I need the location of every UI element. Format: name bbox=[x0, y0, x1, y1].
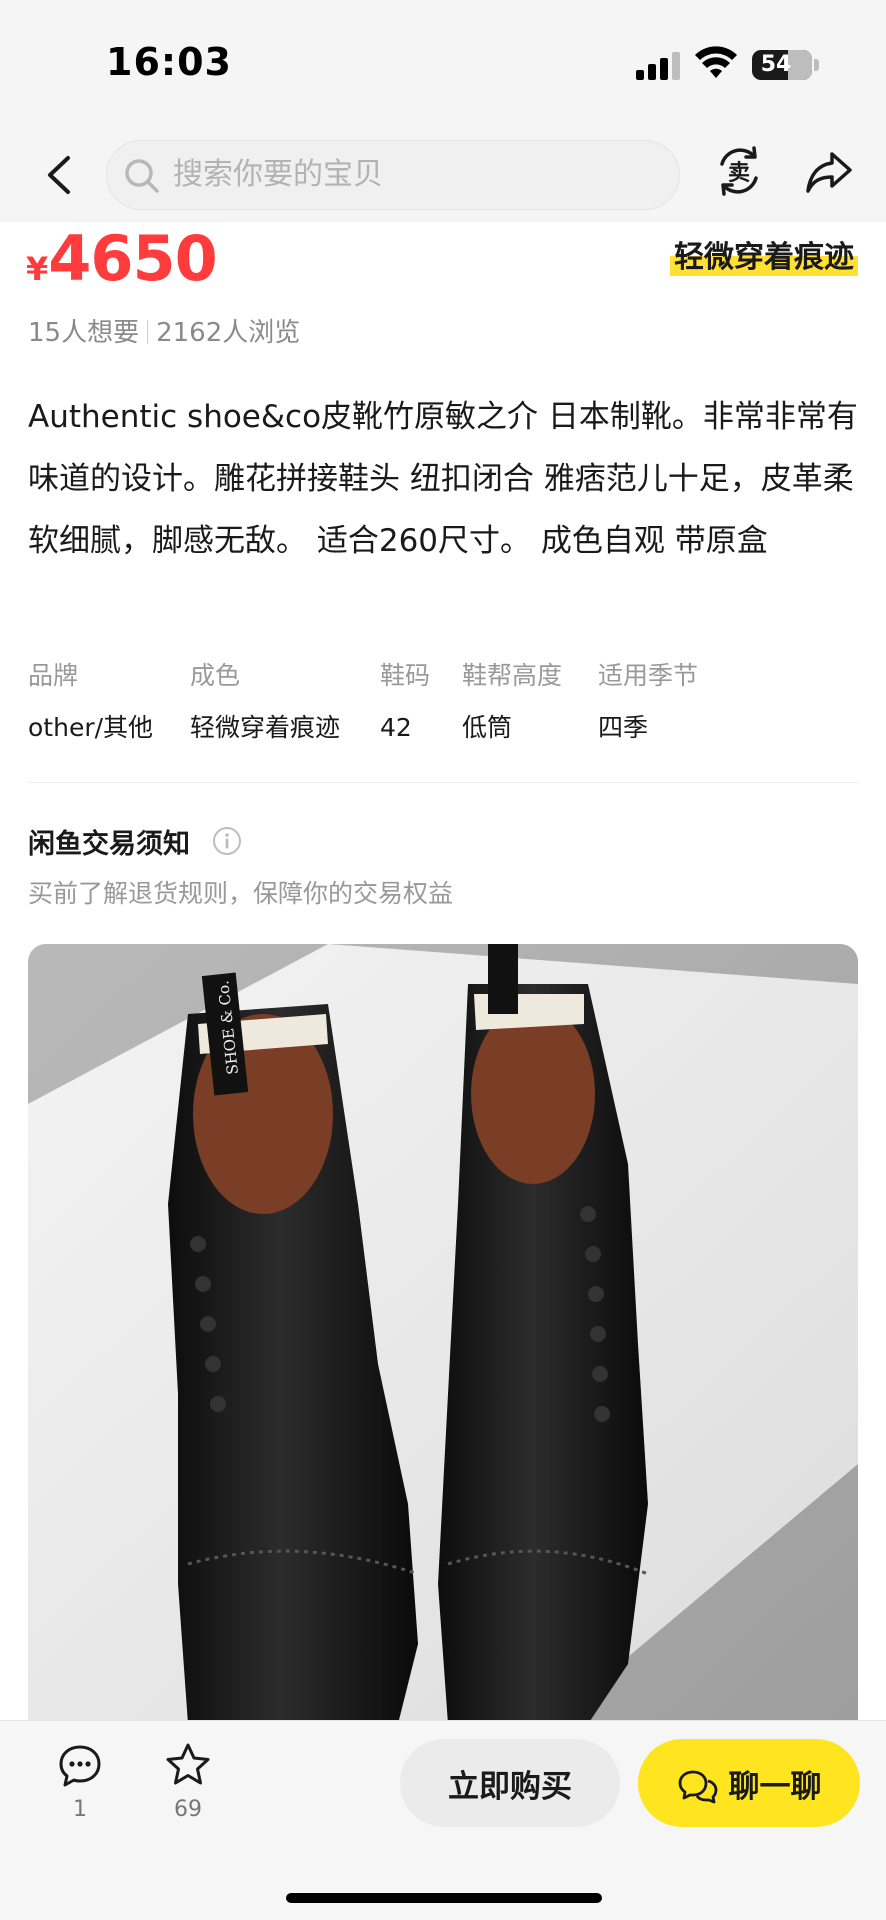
chat-button[interactable]: 聊一聊 bbox=[638, 1739, 860, 1827]
bottom-action-bar: 1 69 立即购买 聊一聊 bbox=[0, 1720, 886, 1920]
chat-label: 聊一聊 bbox=[728, 1768, 822, 1805]
attribute-size: 鞋码 42 bbox=[380, 656, 430, 748]
currency-symbol: ¥ bbox=[26, 250, 49, 288]
battery-level: 54 bbox=[760, 52, 792, 77]
attribute-label: 品牌 bbox=[28, 661, 79, 690]
wants-count: 15人想要 bbox=[28, 318, 140, 348]
favorite-button[interactable]: 69 bbox=[164, 1741, 212, 1837]
attribute-condition: 成色 轻微穿着痕迹 bbox=[190, 656, 340, 748]
attribute-value: 四季 bbox=[598, 713, 649, 742]
price: ¥4650 bbox=[26, 222, 218, 295]
attribute-value: 轻微穿着痕迹 bbox=[190, 713, 341, 742]
item-stats: 15人想要 2162人浏览 bbox=[28, 312, 300, 349]
battery-cap bbox=[814, 59, 819, 71]
attribute-value: 低筒 bbox=[462, 713, 513, 742]
attribute-value: other/其他 bbox=[28, 713, 154, 742]
attribute-label: 成色 bbox=[190, 661, 241, 690]
section-divider bbox=[28, 782, 858, 783]
attribute-value: 42 bbox=[380, 713, 412, 742]
home-indicator[interactable] bbox=[286, 1893, 602, 1903]
sell-icon-char: 卖 bbox=[728, 160, 750, 186]
wifi-icon bbox=[695, 46, 737, 78]
condition-tag: 轻微穿着痕迹 bbox=[670, 232, 858, 276]
attribute-label: 鞋帮高度 bbox=[462, 661, 563, 690]
share-icon[interactable] bbox=[804, 148, 854, 196]
trade-notice-title[interactable]: 闲鱼交易须知 bbox=[28, 822, 190, 861]
price-value: 4650 bbox=[48, 222, 218, 295]
comment-icon bbox=[59, 1745, 101, 1787]
boots-image: SHOE & Co. bbox=[28, 944, 858, 1724]
comment-button[interactable]: 1 bbox=[56, 1743, 104, 1839]
search-input[interactable]: 搜索你要的宝贝 bbox=[106, 140, 680, 210]
buy-now-button[interactable]: 立即购买 bbox=[400, 1739, 620, 1827]
cellular-signal-icon bbox=[636, 52, 684, 80]
chat-icon bbox=[678, 1770, 717, 1803]
sell-icon[interactable]: 卖 bbox=[714, 144, 764, 198]
attribute-table: 品牌 other/其他 成色 轻微穿着痕迹 鞋码 42 鞋帮高度 低筒 适用季节… bbox=[28, 656, 858, 756]
product-description: Authentic shoe&co皮靴竹原敏之介 日本制靴。非常非常有味道的设计… bbox=[28, 399, 858, 559]
comment-count: 1 bbox=[73, 1797, 87, 1822]
attribute-label: 适用季节 bbox=[598, 661, 699, 690]
nav-bar: 搜索你要的宝贝 卖 bbox=[0, 130, 886, 222]
star-icon bbox=[166, 1743, 210, 1785]
stats-divider bbox=[147, 320, 149, 344]
search-icon bbox=[125, 159, 159, 193]
trade-notice-subtitle: 买前了解退货规则，保障你的交易权益 bbox=[28, 879, 454, 908]
attribute-shaft-height: 鞋帮高度 低筒 bbox=[462, 656, 562, 748]
info-icon[interactable] bbox=[212, 826, 242, 856]
attribute-label: 鞋码 bbox=[380, 661, 431, 690]
favorite-count: 69 bbox=[174, 1797, 202, 1822]
attribute-season: 适用季节 四季 bbox=[598, 656, 698, 748]
views-count: 2162人浏览 bbox=[156, 318, 301, 348]
status-time: 16:03 bbox=[106, 40, 232, 84]
search-placeholder: 搜索你要的宝贝 bbox=[173, 157, 383, 192]
attribute-brand: 品牌 other/其他 bbox=[28, 656, 153, 748]
back-arrow-icon[interactable] bbox=[40, 152, 80, 198]
status-bar: 16:03 54 bbox=[0, 0, 886, 130]
product-photo[interactable]: SHOE & Co. bbox=[28, 944, 858, 1724]
battery-icon: 54 bbox=[752, 50, 812, 80]
